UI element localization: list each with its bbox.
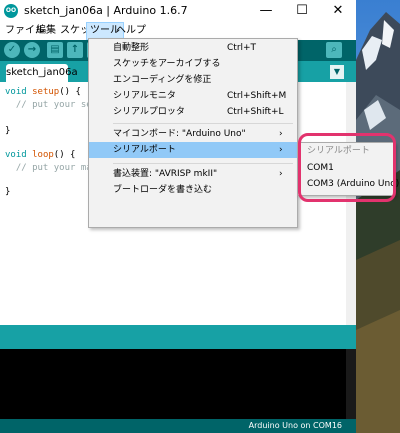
menu-item-archive-sketch[interactable]: スケッチをアーカイブする	[89, 56, 297, 72]
console-output	[0, 349, 356, 419]
tab-sketch[interactable]: sketch_jan06a	[6, 64, 78, 82]
menu-item-burn-bootloader[interactable]: ブートローダを書き込む	[89, 182, 297, 198]
menu-item-fix-encoding[interactable]: エンコーディングを修正	[89, 72, 297, 88]
maximize-button[interactable]: ☐	[284, 0, 320, 22]
magnifier-icon: ⌕	[331, 44, 337, 55]
window-title: sketch_jan06a | Arduino 1.6.7	[24, 4, 188, 17]
menu-item-label: シリアルポート	[113, 145, 176, 155]
upload-button[interactable]: →	[24, 42, 40, 58]
arduino-logo-icon: OO	[4, 4, 18, 18]
code-line: }	[5, 187, 11, 197]
menu-item-shortcut: Ctrl+Shift+M	[227, 91, 287, 101]
menu-item-serial-plotter[interactable]: シリアルプロッタ Ctrl+Shift+L	[89, 104, 297, 120]
menu-separator	[113, 163, 293, 164]
new-file-icon: ▤	[50, 44, 60, 55]
menu-item-board[interactable]: マイコンボード: "Arduino Uno" ›	[89, 126, 297, 142]
open-icon: ↑	[70, 44, 80, 55]
check-icon: ✓	[7, 44, 17, 55]
code-line: }	[5, 126, 11, 136]
menu-item-label: 自動整形	[113, 43, 150, 53]
menu-item-label: ブートローダを書き込む	[113, 185, 213, 195]
chevron-down-icon: ▼	[333, 67, 341, 76]
menu-item-serial-port[interactable]: シリアルポート ›	[89, 142, 297, 158]
code-line: void loop() {	[5, 150, 75, 160]
code-function: loop	[32, 150, 54, 160]
menu-item-shortcut: Ctrl+T	[227, 43, 257, 53]
status-strip	[0, 325, 356, 349]
menu-edit[interactable]: 編集	[33, 23, 59, 39]
chevron-right-icon: ›	[279, 169, 283, 179]
code-function: setup	[32, 87, 60, 97]
code-text: () {	[59, 87, 81, 97]
menu-item-label: シリアルモニタ	[113, 91, 176, 101]
open-button[interactable]: ↑	[67, 42, 83, 58]
verify-button[interactable]: ✓	[4, 42, 20, 58]
minimize-button[interactable]: —	[248, 0, 284, 22]
desktop-wallpaper	[356, 0, 400, 433]
mountain-image	[356, 0, 400, 433]
chevron-right-icon: ›	[279, 129, 283, 139]
code-keyword: void	[5, 150, 27, 160]
close-button[interactable]: ✕	[320, 0, 356, 22]
serial-monitor-button[interactable]: ⌕	[326, 42, 342, 58]
tools-menu: 自動整形 Ctrl+T スケッチをアーカイブする エンコーディングを修正 シリア…	[88, 38, 298, 228]
menu-item-label: スケッチをアーカイブする	[113, 59, 221, 69]
menu-separator	[113, 123, 293, 124]
menu-item-label: 書込装置: "AVRISP mkII"	[113, 169, 218, 179]
menu-item-label: シリアルプロッタ	[113, 107, 185, 117]
code-line: void setup() {	[5, 87, 81, 97]
editor-scrollbar[interactable]	[346, 82, 356, 325]
tab-menu-button[interactable]: ▼	[330, 65, 344, 79]
menu-item-programmer[interactable]: 書込装置: "AVRISP mkII" ›	[89, 166, 297, 182]
console-scrollbar[interactable]	[346, 349, 356, 419]
code-keyword: void	[5, 87, 27, 97]
menu-item-serial-monitor[interactable]: シリアルモニタ Ctrl+Shift+M	[89, 88, 297, 104]
annotation-highlight-ring	[298, 133, 396, 202]
code-text: () {	[53, 150, 76, 160]
arrow-right-icon: →	[27, 44, 37, 55]
menu-item-label: マイコンボード: "Arduino Uno"	[113, 129, 246, 139]
chevron-right-icon: ›	[279, 145, 283, 155]
footer-bar: Arduino Uno on COM16	[0, 419, 356, 433]
menu-item-auto-format[interactable]: 自動整形 Ctrl+T	[89, 40, 297, 56]
new-button[interactable]: ▤	[47, 42, 63, 58]
menu-item-label: エンコーディングを修正	[113, 75, 212, 85]
menu-item-shortcut: Ctrl+Shift+L	[227, 107, 284, 117]
menu-help[interactable]: ヘルプ	[113, 23, 149, 39]
board-port-status: Arduino Uno on COM16	[248, 421, 342, 430]
title-bar: OO sketch_jan06a | Arduino 1.6.7 — ☐ ✕	[0, 0, 356, 22]
